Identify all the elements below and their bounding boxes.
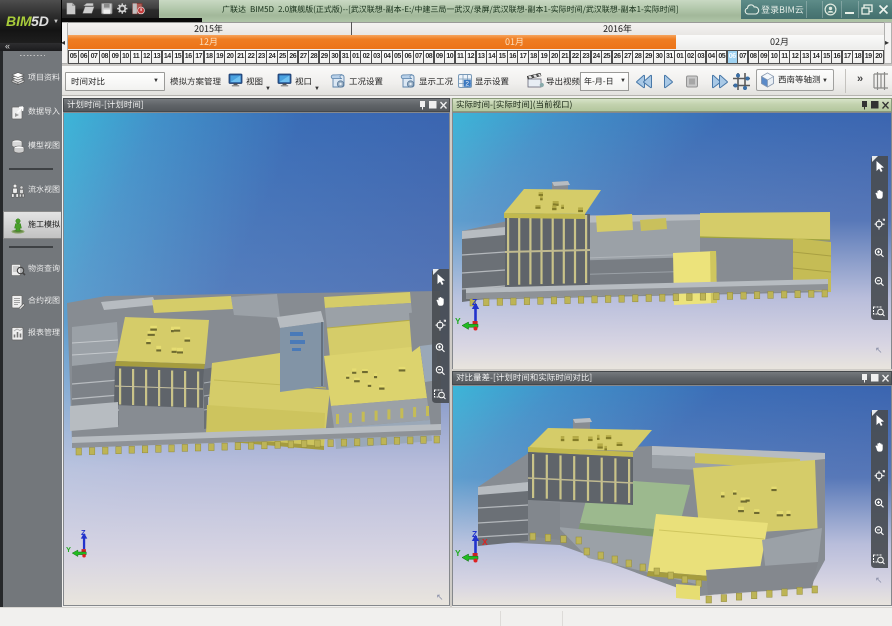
svg-text:Y: Y [66,545,71,554]
svg-text:X: X [482,537,488,547]
svg-text:Y: Y [455,316,461,326]
svg-text:2: 2 [465,81,469,88]
svg-text:Y: Y [455,548,461,558]
